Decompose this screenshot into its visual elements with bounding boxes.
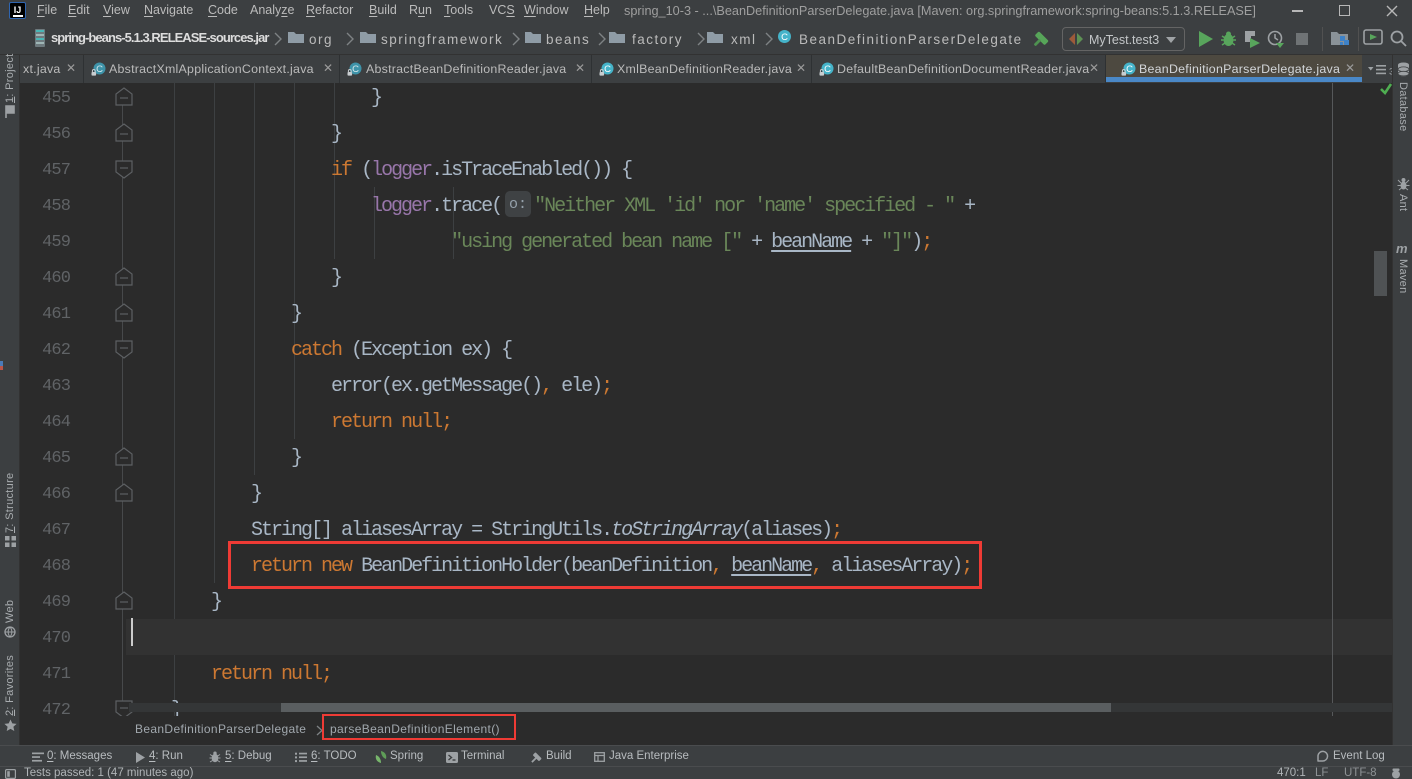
svg-text:C: C [824,64,831,75]
svg-text:C: C [96,64,103,75]
svg-text:C: C [352,64,359,75]
svg-text:C: C [604,64,611,75]
svg-text:C: C [781,32,788,43]
svg-text:C: C [1126,64,1133,75]
